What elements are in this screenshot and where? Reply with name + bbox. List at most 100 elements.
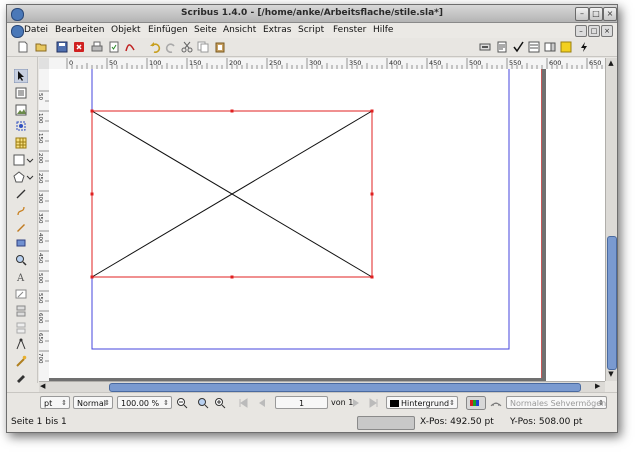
scroll-right-arrow-icon[interactable]: ▶ (595, 382, 604, 391)
menu-datei[interactable]: Datei (24, 25, 48, 35)
ruler-label: 200 (39, 153, 43, 164)
scroll-up-arrow-icon[interactable]: ▲ (607, 59, 615, 68)
menu-bearbeiten[interactable]: Bearbeiten (55, 25, 104, 35)
mdi-restore-button[interactable]: □ (588, 25, 600, 37)
scroll-left-arrow-icon[interactable]: ◀ (40, 382, 49, 391)
text-frame-icon[interactable] (15, 87, 27, 99)
menu-seite[interactable]: Seite (194, 25, 217, 35)
horizontal-scrollbar[interactable]: ◀ ▶ (39, 381, 605, 392)
ruler-label: 150 (189, 59, 201, 67)
image-frame-icon[interactable] (15, 104, 27, 116)
shape-icon[interactable] (13, 154, 25, 166)
vertical-scroll-thumb[interactable] (607, 236, 617, 370)
page-number-input[interactable]: 1 (275, 396, 328, 409)
next-page-icon[interactable] (350, 397, 362, 409)
new-document-icon[interactable] (17, 41, 29, 53)
zoom-in-icon[interactable] (214, 397, 226, 409)
undo-icon[interactable] (149, 41, 161, 53)
zoom-out-icon[interactable] (176, 397, 188, 409)
save-icon[interactable] (56, 41, 68, 53)
vertical-scrollbar[interactable]: ▲ ▼ (605, 58, 617, 381)
main-toolbar (7, 38, 617, 57)
view-preview-icon[interactable] (479, 41, 491, 53)
edit-text-icon[interactable] (496, 41, 508, 53)
combo-box-icon[interactable] (544, 41, 556, 53)
ruler-label: 250 (39, 173, 43, 184)
menu-einfuegen[interactable]: Einfügen (148, 25, 188, 35)
menu-extras[interactable]: Extras (263, 25, 291, 35)
scribus-window: Scribus 1.4.0 - [/home/anke/Arbeitsflach… (6, 4, 618, 433)
document-icon (11, 25, 24, 38)
x-position-readout: X-Pos: 492.50 pt (420, 417, 494, 427)
ruler-label: 100 (39, 113, 43, 124)
ruler-label: 0 (69, 59, 73, 67)
eyedropper-icon[interactable] (15, 371, 27, 383)
copy-icon[interactable] (197, 41, 209, 53)
copy-properties-icon[interactable] (15, 355, 27, 367)
zoom-icon[interactable] (15, 254, 27, 266)
list-box-icon[interactable] (528, 41, 540, 53)
unlink-text-frames-icon[interactable] (15, 322, 27, 334)
unit-select[interactable]: pt (40, 396, 70, 409)
edit-contents-icon[interactable]: A (15, 271, 27, 283)
polygon-icon[interactable] (13, 171, 25, 183)
polygon-dropdown-chevron-down-icon[interactable] (26, 171, 34, 183)
paste-icon[interactable] (214, 41, 226, 53)
preview-mode-icon[interactable] (490, 397, 502, 409)
last-page-icon[interactable] (368, 397, 380, 409)
print-icon[interactable] (91, 41, 103, 53)
zoom-normal-icon[interactable] (197, 397, 209, 409)
minimize-button[interactable]: – (575, 7, 589, 21)
horizontal-scroll-thumb[interactable] (109, 383, 581, 392)
checkbox-form-icon[interactable] (512, 41, 524, 53)
ruler-label: 650 (589, 59, 601, 67)
select-arrow-icon[interactable] (14, 69, 28, 83)
zoom-input[interactable]: 100.00 % (117, 396, 172, 409)
ruler-label: 150 (39, 133, 43, 144)
shape-dropdown-chevron-down-icon[interactable] (26, 154, 34, 166)
rotate-item-icon[interactable] (15, 237, 27, 249)
export-pdf-icon[interactable] (124, 41, 136, 53)
first-page-icon[interactable] (237, 397, 249, 409)
render-frame-icon[interactable] (15, 120, 27, 132)
ruler-label: 500 (469, 59, 481, 67)
open-folder-icon[interactable] (35, 41, 47, 53)
menu-fenster[interactable]: Fenster (333, 25, 366, 35)
ruler-label: 600 (549, 59, 561, 67)
edit-text-story-icon[interactable] (15, 288, 27, 300)
document-canvas[interactable] (49, 69, 605, 381)
ruler-label: 600 (39, 313, 43, 324)
ruler-label: 350 (39, 213, 43, 224)
link-text-frames-icon[interactable] (15, 305, 27, 317)
previous-page-icon[interactable] (256, 397, 268, 409)
menu-ansicht[interactable]: Ansicht (223, 25, 256, 35)
redo-icon[interactable] (165, 41, 177, 53)
ruler-label: 500 (39, 273, 43, 284)
color-management-icon[interactable] (466, 396, 486, 410)
ruler-label: 300 (39, 193, 43, 204)
line-icon[interactable] (15, 188, 27, 200)
mdi-minimize-button[interactable]: – (575, 25, 587, 37)
link-annotation-icon[interactable] (578, 41, 590, 53)
maximize-button[interactable]: □ (589, 7, 603, 21)
close-button[interactable]: × (603, 7, 617, 21)
annotation-icon[interactable] (560, 41, 572, 53)
menu-bar: Datei Bearbeiten Objekt Einfügen Seite A… (7, 23, 617, 38)
ruler-label: 300 (309, 59, 321, 67)
menu-objekt[interactable]: Objekt (111, 25, 141, 35)
scroll-down-arrow-icon[interactable]: ▼ (607, 370, 615, 379)
menu-script[interactable]: Script (298, 25, 324, 35)
freehand-line-icon[interactable] (15, 221, 27, 233)
measure-icon[interactable] (15, 338, 27, 350)
vision-defect-select[interactable]: Normales Sehvermögen (506, 396, 607, 409)
menu-hilfe[interactable]: Hilfe (373, 25, 393, 35)
cut-icon[interactable] (181, 41, 193, 53)
bezier-curve-icon[interactable] (15, 205, 27, 217)
table-icon[interactable] (15, 137, 27, 149)
image-preview-quality-select[interactable]: Normal (73, 396, 113, 409)
close-document-icon[interactable] (73, 41, 85, 53)
preflight-check-icon[interactable] (108, 41, 120, 53)
ruler-label: 400 (389, 59, 401, 67)
mdi-close-button[interactable]: × (601, 25, 613, 37)
ruler-label: 100 (149, 59, 161, 67)
